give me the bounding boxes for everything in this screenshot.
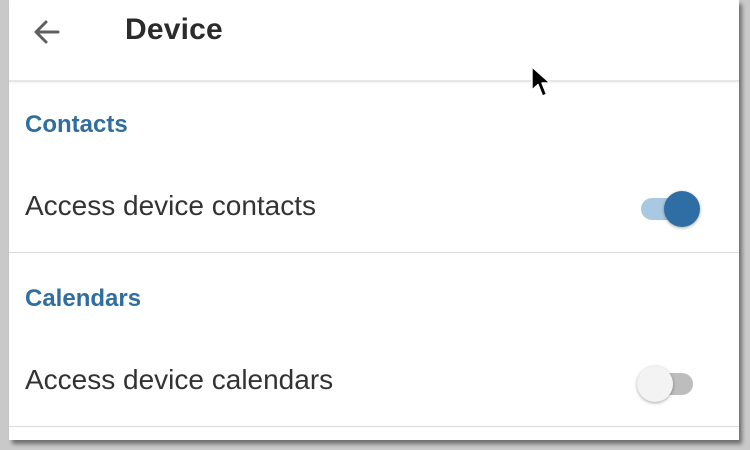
setting-label-contacts: Access device contacts <box>25 190 317 221</box>
toggle-thumb <box>664 191 700 227</box>
device-settings-screen: Device Contacts Access device contacts C… <box>9 0 739 440</box>
calendars-toggle-switch[interactable] <box>637 360 699 402</box>
toggle-thumb <box>637 366 673 402</box>
setting-label-calendars: Access device calendars <box>25 364 334 395</box>
app-bar: Device <box>9 0 739 82</box>
setting-row-contacts[interactable]: Access device contacts <box>9 168 739 252</box>
divider <box>9 252 739 253</box>
setting-row-calendars[interactable]: Access device calendars <box>9 342 739 426</box>
arrow-left-icon <box>34 20 60 44</box>
contacts-toggle-switch[interactable] <box>641 185 701 227</box>
back-arrow-icon[interactable] <box>29 14 65 50</box>
page-title: Device <box>125 13 223 46</box>
section-header-calendars: Calendars <box>25 285 142 312</box>
section-header-contacts: Contacts <box>25 111 128 138</box>
divider <box>9 426 739 427</box>
